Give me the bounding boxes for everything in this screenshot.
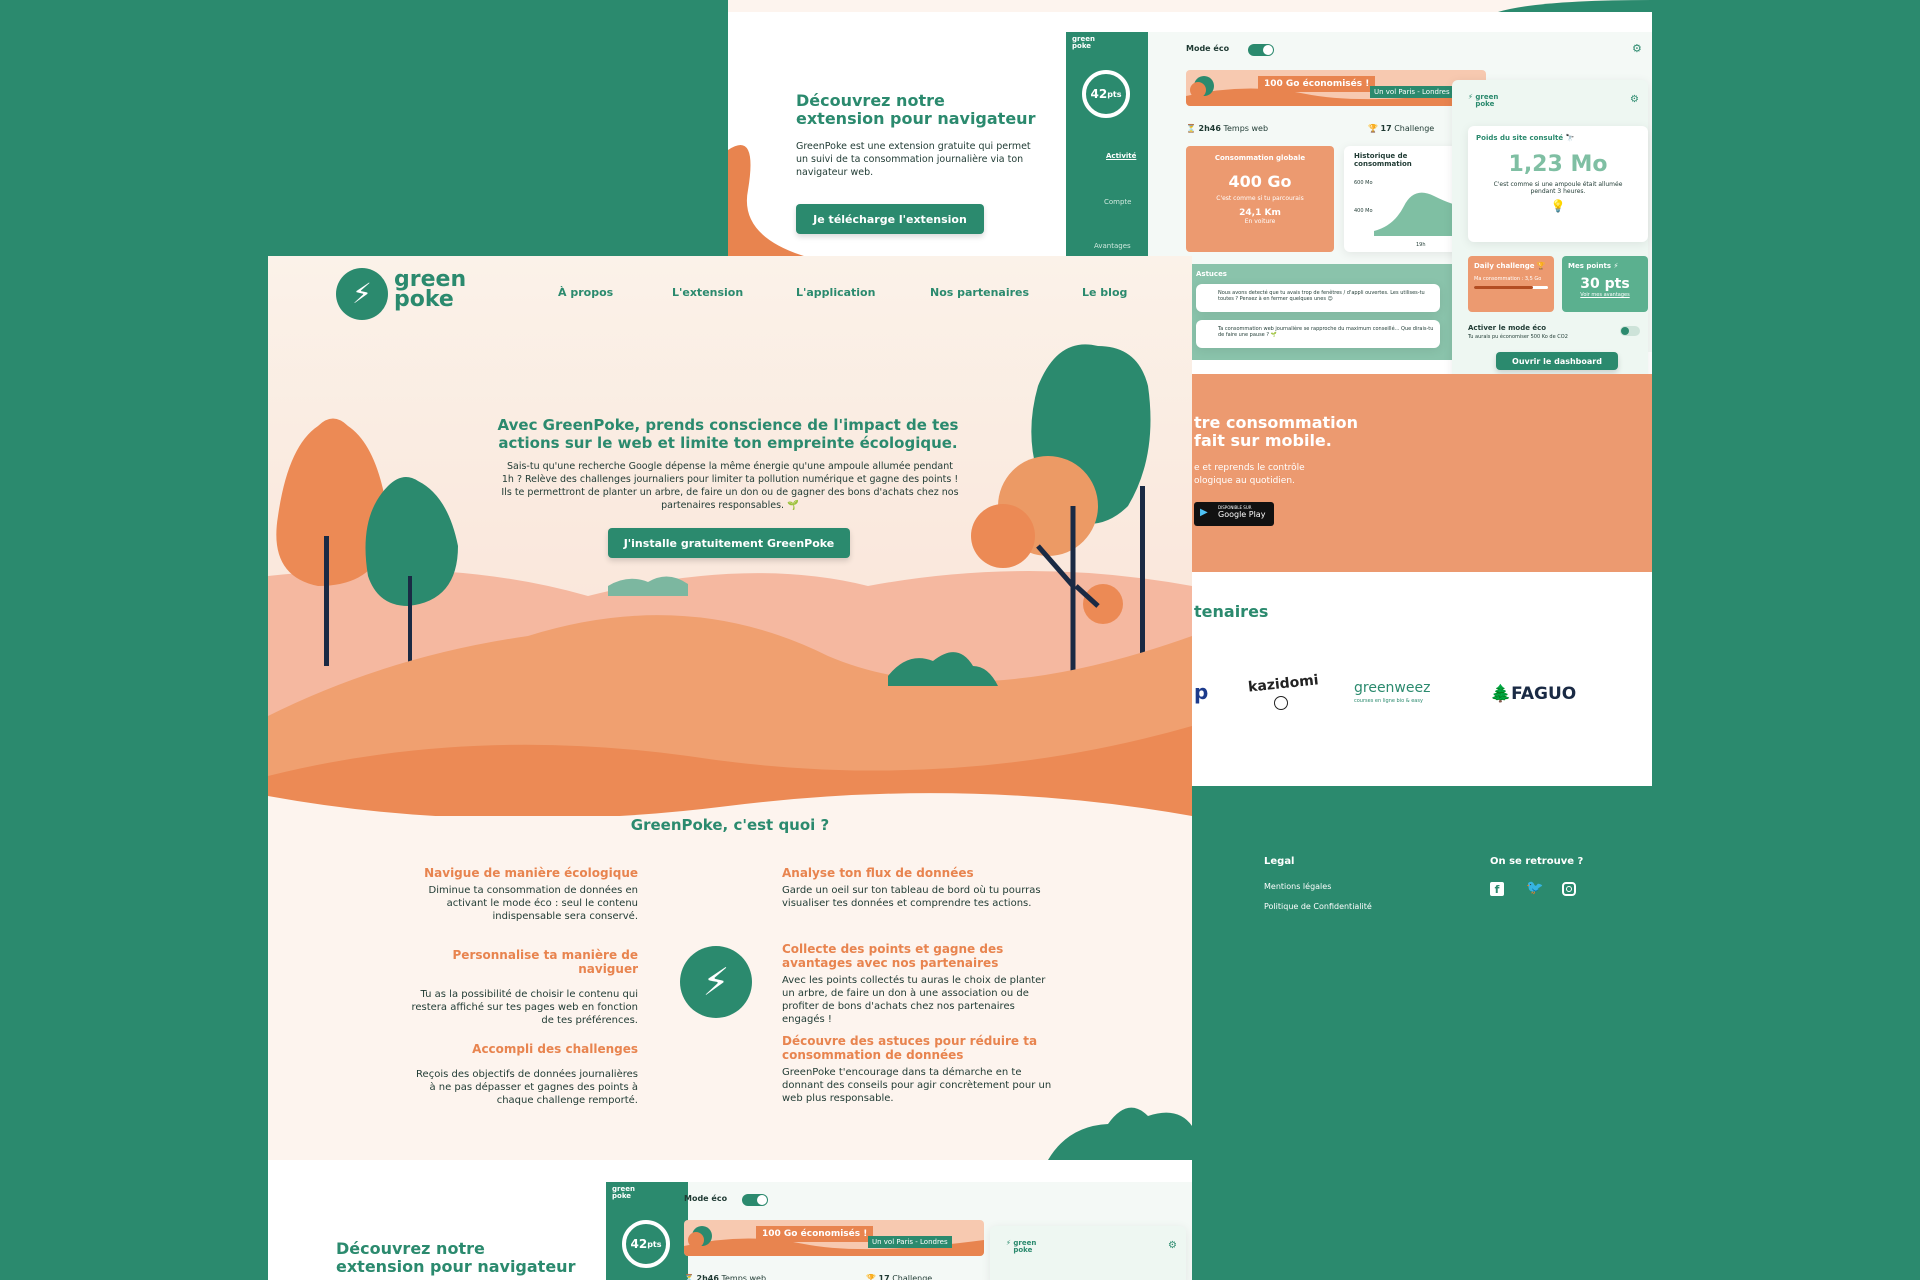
time-stat: ⏳ 2h46 Temps web [684, 1274, 767, 1280]
bush-decoration [1048, 1107, 1192, 1160]
mode-eco-label: Mode éco [684, 1194, 728, 1203]
nav-link-blog[interactable]: Le blog [1082, 286, 1127, 299]
feature-left-2: Personnalise ta manière de naviguer Tu as… [411, 948, 638, 1026]
banner-sub: Un vol Paris - Londres [868, 1236, 952, 1248]
extension-popup: ⚡ green poke ⚙ Poids du site consulté 🔭 … [1452, 80, 1648, 396]
extension-title: Découvrez notre extension pour navigateu… [796, 91, 1036, 128]
settings-icon[interactable]: ⚙ [1632, 42, 1642, 55]
eco-mode-title: Activer le mode éco [1468, 324, 1547, 332]
nav-link-a-propos[interactable]: À propos [558, 286, 613, 299]
kazidomi-logo[interactable]: kazidomi [1247, 672, 1319, 695]
tip-item: Nous avons detecté que tu avais trop de … [1196, 284, 1440, 312]
history-chart [1374, 192, 1464, 236]
download-extension-button[interactable]: Je télécharge l'extension [796, 204, 984, 234]
page-weight-card: Poids du site consulté 🔭 1,23 Mo C'est c… [1468, 126, 1648, 242]
banner-label: 100 Go économisés ! [756, 1226, 874, 1242]
feature-left-1: Navigue de manière écologique Diminue ta … [424, 866, 638, 922]
logo-text[interactable]: green poke [394, 269, 466, 311]
greenweez-tagline: courses en ligne bio & easy [1354, 698, 1423, 704]
eco-mode-toggle[interactable] [1620, 326, 1640, 336]
eco-mode-text: Tu aurais pu économiser 500 Ko de CO2 [1468, 334, 1568, 340]
mode-eco-label: Mode éco [1186, 44, 1230, 53]
sidebar-logo: green poke [612, 1185, 635, 1200]
extension-section-bottom: Découvrez notre extension pour navigateu… [268, 1160, 1192, 1280]
sidebar-item-compte[interactable]: Compte [1104, 198, 1131, 206]
daily-challenge-card: Daily challenge 🏆 Ma consommation : 3,5 … [1468, 256, 1554, 312]
feature-right-2: Collecte des points et gagne des avantag… [782, 942, 1046, 1025]
partners-title: tenaires [1194, 602, 1269, 621]
sidebar-item-activite[interactable]: Activité [1106, 152, 1136, 160]
points-ring: 42 pts [622, 1220, 670, 1268]
nav-link-partenaires[interactable]: Nos partenaires [930, 286, 1029, 299]
see-advantages-link[interactable]: Voir mes avantages [1562, 292, 1648, 298]
sidebar-logo: green poke [1072, 35, 1095, 50]
hero-title: Avec GreenPoke, prends conscience de l'i… [497, 416, 959, 452]
google-play-badge[interactable]: ▶ DISPONIBLE SUR Google Play [1194, 502, 1274, 526]
savings-banner: 100 Go économisés ! Un vol Paris - Londr… [684, 1220, 984, 1256]
extension-popup-bottom: ⚡ green poke ⚙ [990, 1226, 1186, 1280]
challenge-stat: 🏆 17 Challenge [866, 1274, 933, 1280]
time-stat: ⏳ 2h46 Temps web [1186, 124, 1269, 133]
mobile-title: tre consommation fait sur mobile. [1194, 413, 1358, 450]
top-green-shape [1498, 0, 1652, 12]
popup-logo: ⚡ green poke [1006, 1239, 1037, 1254]
footer-social-title: On se retrouve ? [1490, 856, 1584, 867]
savings-banner: 100 Go économisés ! Un vol Paris - Londr… [1186, 70, 1486, 106]
footer-link-mentions[interactable]: Mentions légales [1264, 882, 1331, 891]
history-chart-card: Historique de consommation 600 Mo 400 Mo… [1344, 146, 1464, 252]
kazidomi-badge [1274, 696, 1288, 710]
front-page-preview: ⚡ green poke À propos L'extension L'appli… [268, 256, 1192, 1280]
center-bolt-icon: ⚡ [680, 946, 752, 1018]
consumption-card: Consommation globale 400 Go C'est comme … [1186, 146, 1334, 252]
my-points-card: Mes points ⚡ 30 pts Voir mes avantages [1562, 256, 1648, 312]
extension-text: GreenPoke est une extension gratuite qui… [796, 141, 1031, 178]
sidebar-item-avantages[interactable]: Avantages [1094, 242, 1131, 250]
open-dashboard-button[interactable]: Ouvrir le dashboard [1496, 352, 1618, 370]
feature-right-3: Découvre des astuces pour réduire ta con… [782, 1034, 1052, 1104]
hero-text: Sais-tu qu'une recherche Google dépense … [501, 461, 959, 511]
mode-eco-toggle[interactable] [742, 1194, 768, 1206]
greenweez-logo[interactable]: greenweez [1354, 680, 1430, 696]
mode-eco-toggle[interactable] [1248, 44, 1274, 56]
install-greenpoke-button[interactable]: J'installe gratuitement GreenPoke [608, 528, 850, 558]
instagram-icon[interactable] [1562, 882, 1576, 896]
bulb-icon: 💡 [1550, 199, 1566, 213]
challenge-stat: 🏆 17 Challenge [1368, 124, 1435, 133]
popup-settings-icon[interactable]: ⚙ [1168, 1240, 1177, 1251]
banner-sub: Un vol Paris - Londres [1370, 86, 1454, 98]
tip-item: Ta consommation web journalière se rappr… [1196, 320, 1440, 348]
points-ring: 42 pts [1082, 70, 1130, 118]
play-icon: ▶ [1200, 507, 1208, 518]
footer-link-privacy[interactable]: Politique de Confidentialité [1264, 902, 1372, 911]
dashboard-sidebar-bottom: green poke 42 pts [606, 1182, 688, 1280]
nav-link-extension[interactable]: L'extension [672, 286, 743, 299]
feature-right-1: Analyse ton flux de données Garde un oeil… [782, 866, 1041, 909]
twitter-icon[interactable]: 🐦 [1526, 880, 1543, 896]
extension-title-bottom: Découvrez notre extension pour navigateu… [336, 1239, 576, 1276]
popup-settings-icon[interactable]: ⚙ [1630, 94, 1639, 105]
feature-left-3: Accompli des challenges Reçois des object… [416, 1042, 638, 1106]
banner-label: 100 Go économisés ! [1258, 76, 1376, 92]
nav-link-application[interactable]: L'application [796, 286, 875, 299]
logo-bolt-icon[interactable]: ⚡ [336, 268, 388, 320]
mobile-text: e et reprends le contrôle ologique au quo… [1194, 463, 1305, 486]
partner-logo-cut: p [1194, 680, 1209, 704]
faguo-logo[interactable]: 🌲FAGUO [1490, 684, 1576, 704]
footer-legal-title: Legal [1264, 856, 1295, 867]
dashboard-sidebar: green poke 42 pts Activité Compte Avantage… [1066, 32, 1148, 262]
extension-section: Découvrez notre extension pour navigateu… [796, 91, 1036, 234]
what-title: GreenPoke, c'est quoi ? [630, 816, 830, 834]
tips-card: Astuces Nous avons detecté que tu avais … [1186, 264, 1462, 360]
popup-logo: ⚡ green poke [1468, 93, 1499, 108]
facebook-icon[interactable]: f [1490, 882, 1504, 896]
